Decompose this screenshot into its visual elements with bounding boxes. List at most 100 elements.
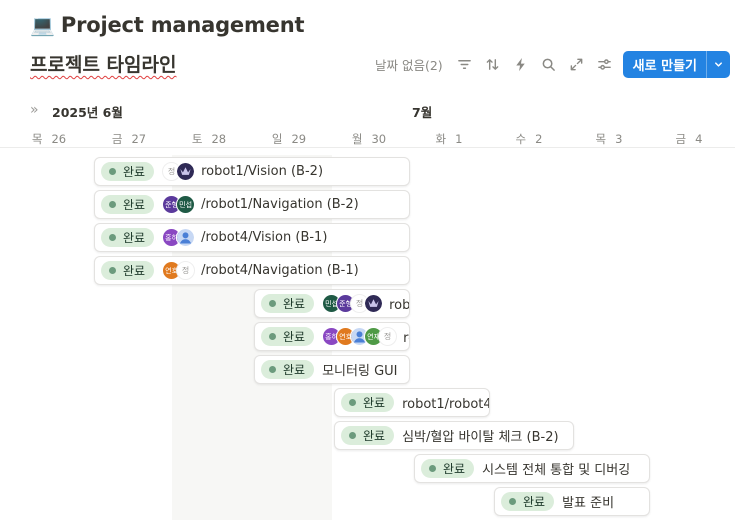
task-name: /robot4/Vision (B-1) — [201, 230, 328, 245]
status-label: 완료 — [123, 264, 146, 278]
new-button-label[interactable]: 새로 만들기 — [623, 51, 706, 78]
day-label: 화1 — [409, 131, 489, 147]
status-dot-icon — [429, 465, 436, 472]
settings-icon[interactable] — [591, 51, 619, 78]
assignee-avatars: 연호 정 — [162, 261, 196, 280]
status-dot-icon — [349, 399, 356, 406]
filter-icon[interactable] — [451, 51, 479, 78]
sort-icon[interactable] — [479, 51, 507, 78]
task-name: /robot4/Navigation (B-1) — [201, 263, 359, 278]
status-label: 완료 — [283, 363, 306, 377]
status-dot-icon — [109, 267, 116, 274]
toolbar: 날짜 없음(2) 새로 만들기 — [375, 51, 730, 78]
avatar[interactable]: 정 — [378, 327, 398, 346]
day-label: 일 29 — [249, 131, 329, 147]
timeline-bar[interactable]: 완료 정 robot1/Vision (B-2) — [94, 157, 410, 186]
weekday: 토 — [191, 132, 203, 146]
timeline-bar[interactable]: 완료 민섭준형정 robot1 (B-2) 1차 통합 — [254, 289, 410, 318]
status-label: 완료 — [523, 495, 546, 509]
assignee-avatars: 홍하 — [162, 228, 196, 247]
status-badge: 완료 — [261, 294, 315, 313]
status-badge: 완료 — [101, 228, 155, 247]
assignee-avatars: 정 — [162, 162, 196, 181]
task-name: robot4 (B-1) 1차 통합 — [403, 331, 409, 346]
date: 29 — [291, 132, 307, 146]
assignee-avatars: 준형 민섭 — [162, 195, 196, 214]
weekday: 목 — [595, 132, 607, 146]
assignee-avatars: 홍하 연호 연재 정 — [322, 327, 398, 346]
month-header: » 2025년 6월 7월 — [0, 101, 735, 121]
status-label: 완료 — [443, 462, 466, 476]
task-name: robot1/Vision (B-2) — [201, 164, 324, 179]
task-name: 시스템 전체 통합 및 디버깅 — [482, 463, 631, 478]
status-badge: 완료 — [501, 492, 555, 511]
status-badge: 완료 — [341, 393, 395, 412]
weekday: 월 — [351, 132, 363, 146]
status-badge: 완료 — [261, 360, 315, 379]
status-dot-icon — [109, 201, 116, 208]
day-label: 목 26 — [9, 131, 89, 147]
task-name: 심박/혈압 바이탈 체크 (B-2) — [402, 430, 559, 445]
month-label-july: 7월 — [412, 105, 433, 120]
timeline-bar[interactable]: 완료 시스템 전체 통합 및 디버깅 — [414, 454, 650, 483]
timeline-bar[interactable]: 완료 연호 정/robot4/Navigation (B-1) — [94, 256, 410, 285]
day-label: 토 28 — [169, 131, 249, 147]
day-label: 금4 — [649, 131, 729, 147]
status-dot-icon — [349, 432, 356, 439]
avatar[interactable] — [176, 228, 196, 247]
weekday: 화 — [435, 132, 447, 146]
new-button[interactable]: 새로 만들기 — [622, 51, 730, 78]
status-badge: 완료 — [341, 426, 395, 445]
status-badge: 완료 — [101, 261, 155, 280]
date: 2 — [535, 132, 543, 146]
status-badge: 완료 — [101, 195, 155, 214]
task-name: /robot1/Navigation (B-2) — [201, 197, 359, 212]
day-label: 수2 — [489, 131, 569, 147]
avatar[interactable]: 정 — [176, 261, 196, 280]
timeline-bar[interactable]: 완료 모니터링 GUI — [254, 355, 410, 384]
laptop-icon: 💻 — [30, 13, 55, 37]
search-icon[interactable] — [535, 51, 563, 78]
task-name: 발표 준비 — [562, 496, 615, 511]
view-title[interactable]: 프로젝트 타임라인 — [30, 50, 176, 77]
status-label: 완료 — [363, 429, 386, 443]
status-dot-icon — [509, 498, 516, 505]
status-dot-icon — [109, 168, 116, 175]
page-header: 💻 Project management — [30, 10, 304, 40]
weekday: 수 — [515, 132, 527, 146]
expand-icon[interactable] — [563, 51, 591, 78]
double-chevron-right-icon[interactable]: » — [30, 103, 39, 117]
weekday: 금 — [111, 132, 123, 146]
weekday: 금 — [675, 132, 687, 146]
timeline-bar[interactable]: 완료 발표 준비 — [494, 487, 650, 516]
date: 30 — [371, 132, 387, 146]
day-label: 월 30 — [329, 131, 409, 147]
timeline-bar[interactable]: 완료 준형 민섭/robot1/Navigation (B-2) — [94, 190, 410, 219]
month-label-june: 2025년 6월 — [52, 105, 123, 120]
page-title[interactable]: Project management — [61, 13, 305, 37]
no-date-filter[interactable]: 날짜 없음(2) — [375, 55, 443, 74]
date: 28 — [211, 132, 227, 146]
task-name: 모니터링 GUI — [322, 364, 398, 379]
timeline-bar[interactable]: 완료 심박/혈압 바이탈 체크 (B-2) — [334, 421, 574, 450]
status-label: 완료 — [283, 297, 306, 311]
timeline-bar[interactable]: 완료 robot1/robot4 2차 통합 — [334, 388, 490, 417]
weekday: 일 — [271, 132, 283, 146]
avatar[interactable] — [176, 162, 196, 181]
day-label: 목3 — [569, 131, 649, 147]
weekday: 목 — [31, 132, 43, 146]
avatar[interactable]: 민섭 — [176, 195, 196, 214]
automation-icon[interactable] — [507, 51, 535, 78]
status-dot-icon — [269, 366, 276, 373]
date: 27 — [131, 132, 147, 146]
avatar[interactable] — [364, 294, 384, 313]
timeline-bar[interactable]: 완료 홍하/robot4/Vision (B-1) — [94, 223, 410, 252]
date: 3 — [615, 132, 623, 146]
status-label: 완료 — [283, 330, 306, 344]
timeline-bar[interactable]: 완료 홍하연호연재정 robot4 (B-1) 1차 통합 — [254, 322, 410, 351]
task-name: robot1/robot4 2차 통합 — [402, 397, 490, 412]
date: 26 — [51, 132, 67, 146]
chevron-down-icon[interactable] — [706, 51, 730, 78]
status-dot-icon — [269, 333, 276, 340]
day-label: 금 27 — [89, 131, 169, 147]
